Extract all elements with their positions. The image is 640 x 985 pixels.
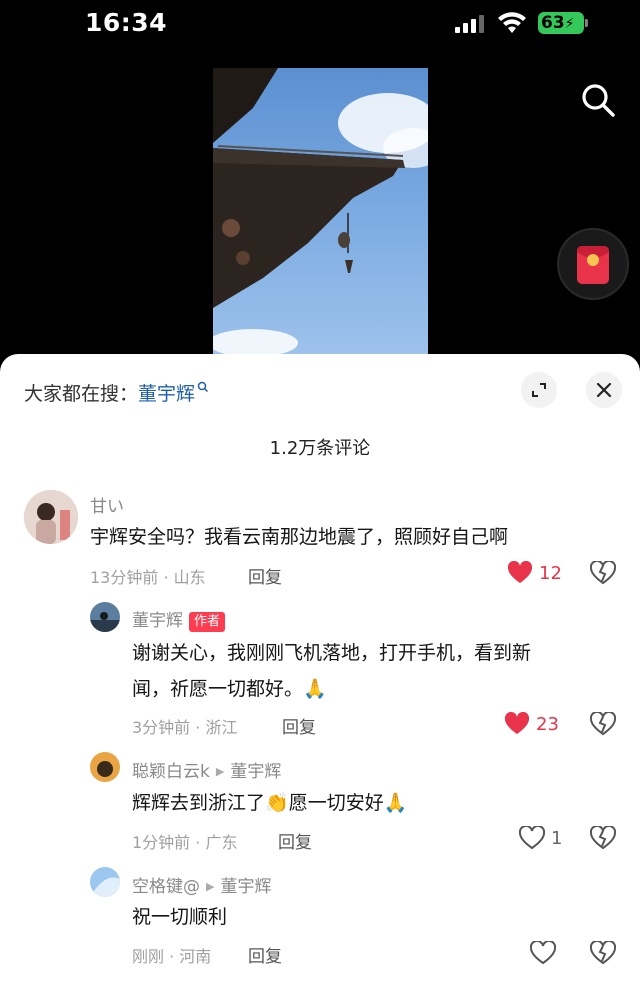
avatar-image [24, 490, 78, 544]
comment-text: 祝一切顺利 [132, 906, 228, 928]
comment-author[interactable]: 甘い [90, 492, 124, 517]
like-button[interactable] [530, 941, 556, 965]
heart-filled-icon [507, 561, 533, 583]
search-suggestion-prefix: 大家都在搜： [24, 383, 139, 405]
dislike-broken-heart-icon[interactable] [590, 826, 616, 850]
heart-filled-icon [504, 712, 530, 734]
search-suggestion-keyword[interactable]: 董宇辉 [138, 383, 195, 405]
comment-author[interactable]: 董宇辉 [132, 611, 183, 631]
avatar[interactable] [24, 490, 78, 544]
like-button[interactable]: 1 [519, 826, 562, 850]
reply-button[interactable]: 回复 [248, 942, 282, 967]
search-suggestion[interactable]: 大家都在搜：董宇辉 [24, 379, 209, 406]
close-button[interactable] [586, 372, 622, 408]
comment-author-line: 空格键@ ▶ 董宇辉 [132, 872, 271, 897]
red-packet-button[interactable] [557, 228, 629, 300]
reply-arrow-icon: ▶ [206, 880, 215, 893]
clap-emoji-icon: 👏 [265, 792, 289, 814]
comment-text-a: 辉辉去到浙江了 [132, 792, 266, 814]
comment-author-line: 聪颖白云k ▶ 董宇辉 [132, 757, 281, 782]
avatar-image [90, 752, 120, 782]
comment-meta: 刚刚 · 河南 [132, 947, 212, 966]
reply-to-user[interactable]: 董宇辉 [220, 877, 271, 897]
cellular-signal-icon [455, 15, 484, 33]
expand-button[interactable] [521, 372, 557, 408]
search-icon[interactable] [578, 80, 618, 120]
red-envelope-icon [577, 245, 609, 284]
like-button[interactable]: 12 [507, 561, 562, 585]
heart-outline-icon [530, 941, 556, 965]
dislike-broken-heart-icon[interactable] [590, 561, 616, 585]
like-button[interactable]: 23 [504, 712, 559, 736]
like-count: 12 [539, 562, 562, 584]
comment-text-line-2-text: 闻，祈愿一切都好。 [132, 678, 304, 700]
comment-text-line-1: 谢谢关心，我刚刚飞机落地，打开手机，看到新 [132, 642, 532, 664]
avatar[interactable] [90, 867, 120, 897]
wifi-icon [498, 12, 526, 33]
expand-icon [532, 383, 546, 397]
clock: 16:34 [85, 8, 168, 37]
avatar-image [90, 602, 120, 632]
comment-text-b: 愿一切安好 [288, 792, 384, 814]
pray-emoji-icon: 🙏 [303, 678, 327, 700]
comment-meta: 1分钟前 · 广东 [132, 833, 238, 852]
comment-text: 宇辉安全吗？我看云南那边地震了，照顾好自己啊 [90, 526, 509, 548]
avatar[interactable] [90, 752, 120, 782]
comment-author[interactable]: 聪颖白云k [132, 762, 210, 782]
mini-search-icon [197, 381, 209, 393]
battery-tip [585, 19, 588, 27]
comment-author[interactable]: 空格键@ [132, 877, 200, 897]
avatar-image [90, 867, 120, 897]
avatar[interactable] [90, 602, 120, 632]
like-count: 1 [551, 827, 563, 849]
status-bar: 16:34 63⚡ [0, 0, 640, 48]
like-count: 23 [536, 713, 559, 735]
charging-bolt-icon: ⚡ [564, 16, 575, 32]
comment-count: 1.2万条评论 [269, 438, 371, 459]
pray-emoji-icon: 🙏 [383, 792, 408, 814]
comment-text-line-2: 闻，祈愿一切都好。🙏 [132, 672, 327, 706]
author-badge: 作者 [189, 612, 226, 632]
reply-to-user[interactable]: 董宇辉 [230, 762, 281, 782]
dislike-broken-heart-icon[interactable] [590, 712, 616, 736]
dislike-broken-heart-icon[interactable] [590, 941, 616, 965]
close-icon [596, 382, 612, 398]
battery-indicator: 63⚡ [538, 12, 584, 34]
video-frame-eave [213, 68, 428, 357]
video-player[interactable] [213, 68, 428, 358]
comment-author-line: 董宇辉 作者 [132, 606, 226, 632]
comment-meta: 13分钟前 · 山东 [90, 568, 206, 587]
battery-level: 63 [541, 13, 565, 33]
reply-button[interactable]: 回复 [248, 563, 282, 588]
comment-sheet: 大家都在搜：董宇辉 1.2万条评论 甘い 宇辉安全吗？我看云南那边地震了，照顾好… [0, 354, 640, 985]
reply-arrow-icon: ▶ [215, 765, 225, 778]
comment-meta: 3分钟前 · 浙江 [132, 718, 238, 737]
heart-outline-icon [519, 826, 545, 850]
reply-button[interactable]: 回复 [282, 713, 316, 738]
comment-text: 辉辉去到浙江了👏愿一切安好🙏 [132, 786, 407, 820]
reply-button[interactable]: 回复 [278, 828, 312, 853]
